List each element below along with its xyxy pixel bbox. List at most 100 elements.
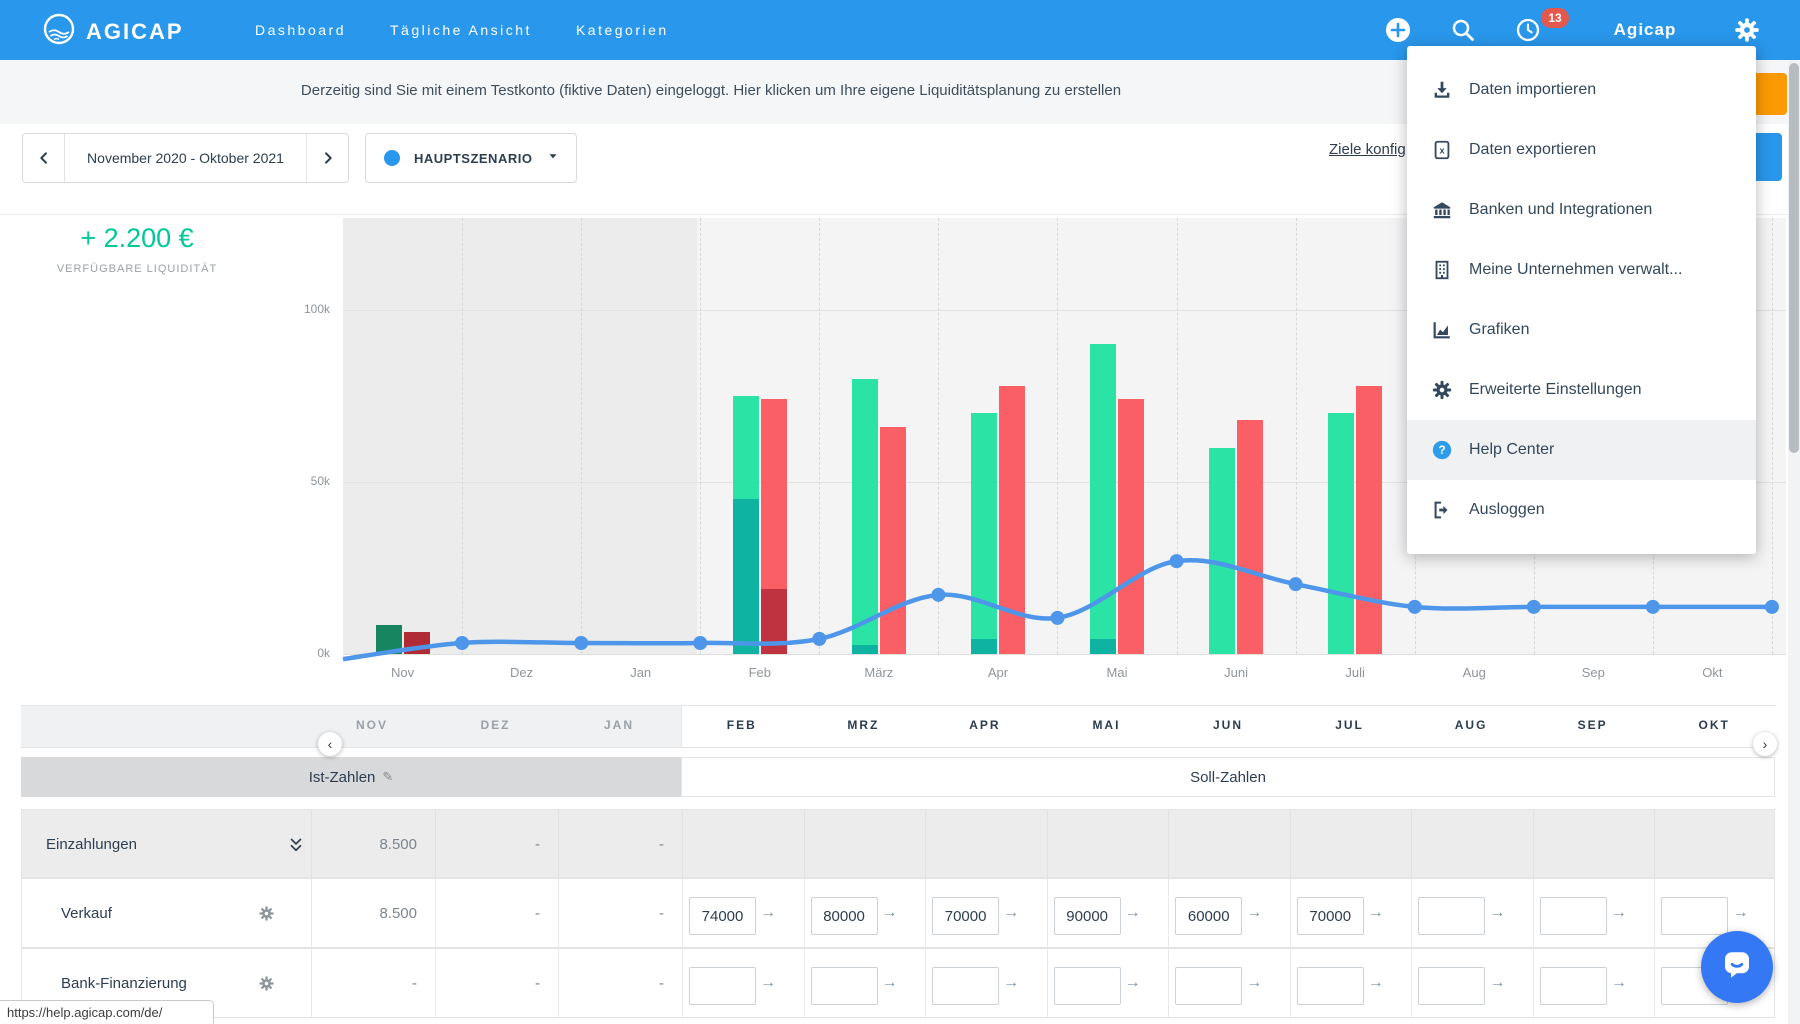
apply-forward-arrow-icon[interactable]: → xyxy=(1246,904,1262,922)
table-scroll-right-button[interactable]: › xyxy=(1753,732,1777,756)
apply-forward-arrow-icon[interactable]: → xyxy=(1125,904,1141,922)
x-tick-label: Apr xyxy=(958,665,1038,680)
agicap-logo[interactable]: AGICAP xyxy=(42,12,184,51)
input-apr-bank-finanzierung[interactable] xyxy=(932,967,999,1005)
line-point[interactable] xyxy=(574,636,588,650)
apply-forward-arrow-icon[interactable]: → xyxy=(1611,974,1627,992)
cell-divider xyxy=(1654,949,1655,1017)
month-column-sep[interactable]: SEP xyxy=(1548,718,1638,732)
month-column-okt[interactable]: OKT xyxy=(1669,718,1759,732)
menu-item-banken-und-integrationen[interactable]: Banken und Integrationen xyxy=(1407,180,1756,240)
settings-gear-icon[interactable] xyxy=(1733,16,1759,42)
menu-item-meine-unternehmen-verwalt[interactable]: Meine Unternehmen verwalt... xyxy=(1407,240,1756,300)
notification-badge[interactable]: 13 xyxy=(1541,8,1569,28)
chat-button[interactable] xyxy=(1701,931,1773,1003)
input-feb-verkauf[interactable] xyxy=(689,897,756,935)
input-jul-verkauf[interactable] xyxy=(1297,897,1364,935)
apply-forward-arrow-icon[interactable]: → xyxy=(1246,974,1262,992)
month-column-mai[interactable]: MAI xyxy=(1061,718,1151,732)
line-point[interactable] xyxy=(1050,611,1064,625)
history-clock-icon[interactable] xyxy=(1515,17,1541,43)
apply-forward-arrow-icon[interactable]: → xyxy=(760,904,776,922)
month-column-jan[interactable]: JAN xyxy=(574,718,664,732)
menu-item-daten-exportieren[interactable]: xDaten exportieren xyxy=(1407,120,1756,180)
input-jun-bank-finanzierung[interactable] xyxy=(1175,967,1242,1005)
nav-item-dashboard[interactable]: Dashboard xyxy=(255,22,346,38)
input-jul-bank-finanzierung[interactable] xyxy=(1297,967,1364,1005)
input-sep-verkauf[interactable] xyxy=(1540,897,1607,935)
line-point[interactable] xyxy=(1646,600,1660,614)
input-okt-verkauf[interactable] xyxy=(1661,897,1728,935)
menu-item-erweiterte-einstellungen[interactable]: Erweiterte Einstellungen xyxy=(1407,360,1756,420)
month-column-feb[interactable]: FEB xyxy=(697,718,787,732)
configure-goals-link[interactable]: Ziele konfig xyxy=(1329,141,1406,158)
line-point[interactable] xyxy=(693,636,707,650)
apply-forward-arrow-icon[interactable]: → xyxy=(760,974,776,992)
prev-period-button[interactable] xyxy=(23,134,64,182)
date-range-label[interactable]: November 2020 - Oktober 2021 xyxy=(65,134,306,182)
gear-icon[interactable] xyxy=(258,905,275,927)
month-column-dez[interactable]: DEZ xyxy=(451,718,541,732)
row-label[interactable]: Einzahlungen xyxy=(46,836,137,853)
month-column-nov[interactable]: NOV xyxy=(327,718,417,732)
apply-forward-arrow-icon[interactable]: → xyxy=(1003,904,1019,922)
input-mai-verkauf[interactable] xyxy=(1054,897,1121,935)
input-jun-verkauf[interactable] xyxy=(1175,897,1242,935)
row-label[interactable]: Bank-Finanzierung xyxy=(61,975,187,992)
menu-item-daten-importieren[interactable]: Daten importieren xyxy=(1407,60,1756,120)
apply-forward-arrow-icon[interactable]: → xyxy=(1368,974,1384,992)
excel-icon: x xyxy=(1429,139,1455,161)
apply-forward-arrow-icon[interactable]: → xyxy=(1732,904,1748,922)
banner-text[interactable]: Derzeitig sind Sie mit einem Testkonto (… xyxy=(301,82,1121,99)
input-mrz-bank-finanzierung[interactable] xyxy=(811,967,878,1005)
line-point[interactable] xyxy=(1527,600,1541,614)
search-icon[interactable] xyxy=(1450,17,1476,43)
month-column-mrz[interactable]: MRZ xyxy=(818,718,908,732)
cell-divider xyxy=(1411,810,1412,877)
scrollbar[interactable] xyxy=(1788,60,1800,1024)
gear-icon[interactable] xyxy=(258,975,275,997)
apply-forward-arrow-icon[interactable]: → xyxy=(1368,904,1384,922)
apply-forward-arrow-icon[interactable]: → xyxy=(1489,904,1505,922)
input-sep-bank-finanzierung[interactable] xyxy=(1540,967,1607,1005)
double-chevron-down-icon[interactable] xyxy=(287,836,305,859)
input-aug-verkauf[interactable] xyxy=(1418,897,1485,935)
add-icon[interactable] xyxy=(1385,17,1411,43)
month-column-jun[interactable]: JUN xyxy=(1183,718,1273,732)
line-point[interactable] xyxy=(812,632,826,646)
menu-item-help-center[interactable]: ?Help Center xyxy=(1407,420,1756,480)
line-point[interactable] xyxy=(1289,577,1303,591)
cell-divider xyxy=(1533,810,1534,877)
menu-item-grafiken[interactable]: Grafiken xyxy=(1407,300,1756,360)
nav-item-kategorien[interactable]: Kategorien xyxy=(576,22,669,38)
month-column-apr[interactable]: APR xyxy=(940,718,1030,732)
menu-item-ausloggen[interactable]: Ausloggen xyxy=(1407,480,1756,540)
apply-forward-arrow-icon[interactable]: → xyxy=(1003,974,1019,992)
ist-zahlen-tab[interactable]: Ist-Zahlen ✎ xyxy=(21,757,681,797)
apply-forward-arrow-icon[interactable]: → xyxy=(1489,974,1505,992)
line-point[interactable] xyxy=(455,636,469,650)
scenario-selector[interactable]: HAUPTSZENARIO xyxy=(365,133,577,183)
input-feb-bank-finanzierung[interactable] xyxy=(689,967,756,1005)
month-column-jul[interactable]: JUL xyxy=(1305,718,1395,732)
scrollbar-thumb[interactable] xyxy=(1789,63,1799,453)
apply-forward-arrow-icon[interactable]: → xyxy=(1125,974,1141,992)
month-column-aug[interactable]: AUG xyxy=(1426,718,1516,732)
ist-value-cell: - xyxy=(435,836,540,853)
input-mrz-verkauf[interactable] xyxy=(811,897,878,935)
apply-forward-arrow-icon[interactable]: → xyxy=(882,904,898,922)
input-apr-verkauf[interactable] xyxy=(932,897,999,935)
nav-item-tägliche-ansicht[interactable]: Tägliche Ansicht xyxy=(390,22,532,38)
soll-zahlen-tab[interactable]: Soll-Zahlen xyxy=(681,757,1775,797)
row-label[interactable]: Verkauf xyxy=(61,905,112,922)
line-point[interactable] xyxy=(931,588,945,602)
line-point[interactable] xyxy=(1765,600,1779,614)
input-aug-bank-finanzierung[interactable] xyxy=(1418,967,1485,1005)
apply-forward-arrow-icon[interactable]: → xyxy=(882,974,898,992)
table-scroll-left-button[interactable]: ‹ xyxy=(318,732,342,756)
apply-forward-arrow-icon[interactable]: → xyxy=(1611,904,1627,922)
next-period-button[interactable] xyxy=(307,134,348,182)
line-point[interactable] xyxy=(1408,600,1422,614)
input-mai-bank-finanzierung[interactable] xyxy=(1054,967,1121,1005)
line-point[interactable] xyxy=(1170,554,1184,568)
